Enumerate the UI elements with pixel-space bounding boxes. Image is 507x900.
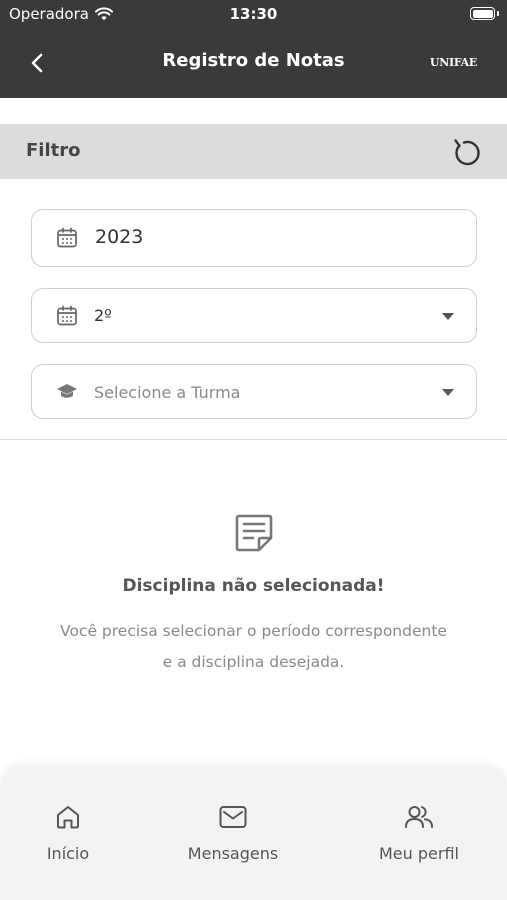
- document-icon: [235, 514, 273, 552]
- caret-down-icon: [442, 389, 454, 396]
- status-time: 13:30: [229, 5, 278, 23]
- caret-down-icon: [442, 313, 454, 320]
- filter-header: Filtro: [0, 124, 507, 179]
- empty-state-title: Disciplina não selecionada!: [122, 576, 385, 596]
- filter-label: Filtro: [26, 140, 81, 161]
- app-header: Operadora 13:30 Registro de Notas UNIFAE: [0, 0, 507, 98]
- battery-tip: [497, 11, 499, 16]
- tab-messages[interactable]: Mensagens: [173, 802, 293, 863]
- tab-home-label: Início: [46, 844, 90, 863]
- graduation-cap-icon: [57, 384, 77, 398]
- tab-home[interactable]: Início: [8, 802, 128, 863]
- class-select[interactable]: Selecione a Turma: [31, 364, 477, 419]
- refresh-button[interactable]: [451, 136, 483, 168]
- divider: [0, 439, 507, 440]
- tab-messages-label: Mensagens: [187, 844, 279, 863]
- envelope-icon: [219, 806, 247, 828]
- tab-profile[interactable]: Meu perfil: [359, 802, 479, 863]
- year-field[interactable]: 2023: [31, 209, 477, 267]
- home-icon: [57, 806, 79, 829]
- calendar-icon: [57, 227, 77, 248]
- period-select[interactable]: 2º: [31, 288, 477, 343]
- status-bar: Operadora 13:30: [0, 0, 507, 30]
- period-value: 2º: [94, 306, 112, 325]
- nav-bar: Registro de Notas UNIFAE: [0, 30, 507, 98]
- class-placeholder: Selecione a Turma: [94, 383, 241, 402]
- year-value: 2023: [95, 226, 144, 248]
- refresh-icon: [454, 139, 480, 166]
- brand-logo: UNIFAE: [429, 56, 477, 69]
- tab-profile-label: Meu perfil: [379, 844, 459, 863]
- bottom-tabbar: Início Mensagens Meu perfil: [0, 766, 507, 900]
- users-icon: [405, 806, 433, 828]
- empty-state-description: Você precisa selecionar o período corres…: [60, 622, 447, 671]
- battery-icon: [470, 7, 495, 20]
- calendar-icon: [57, 305, 77, 326]
